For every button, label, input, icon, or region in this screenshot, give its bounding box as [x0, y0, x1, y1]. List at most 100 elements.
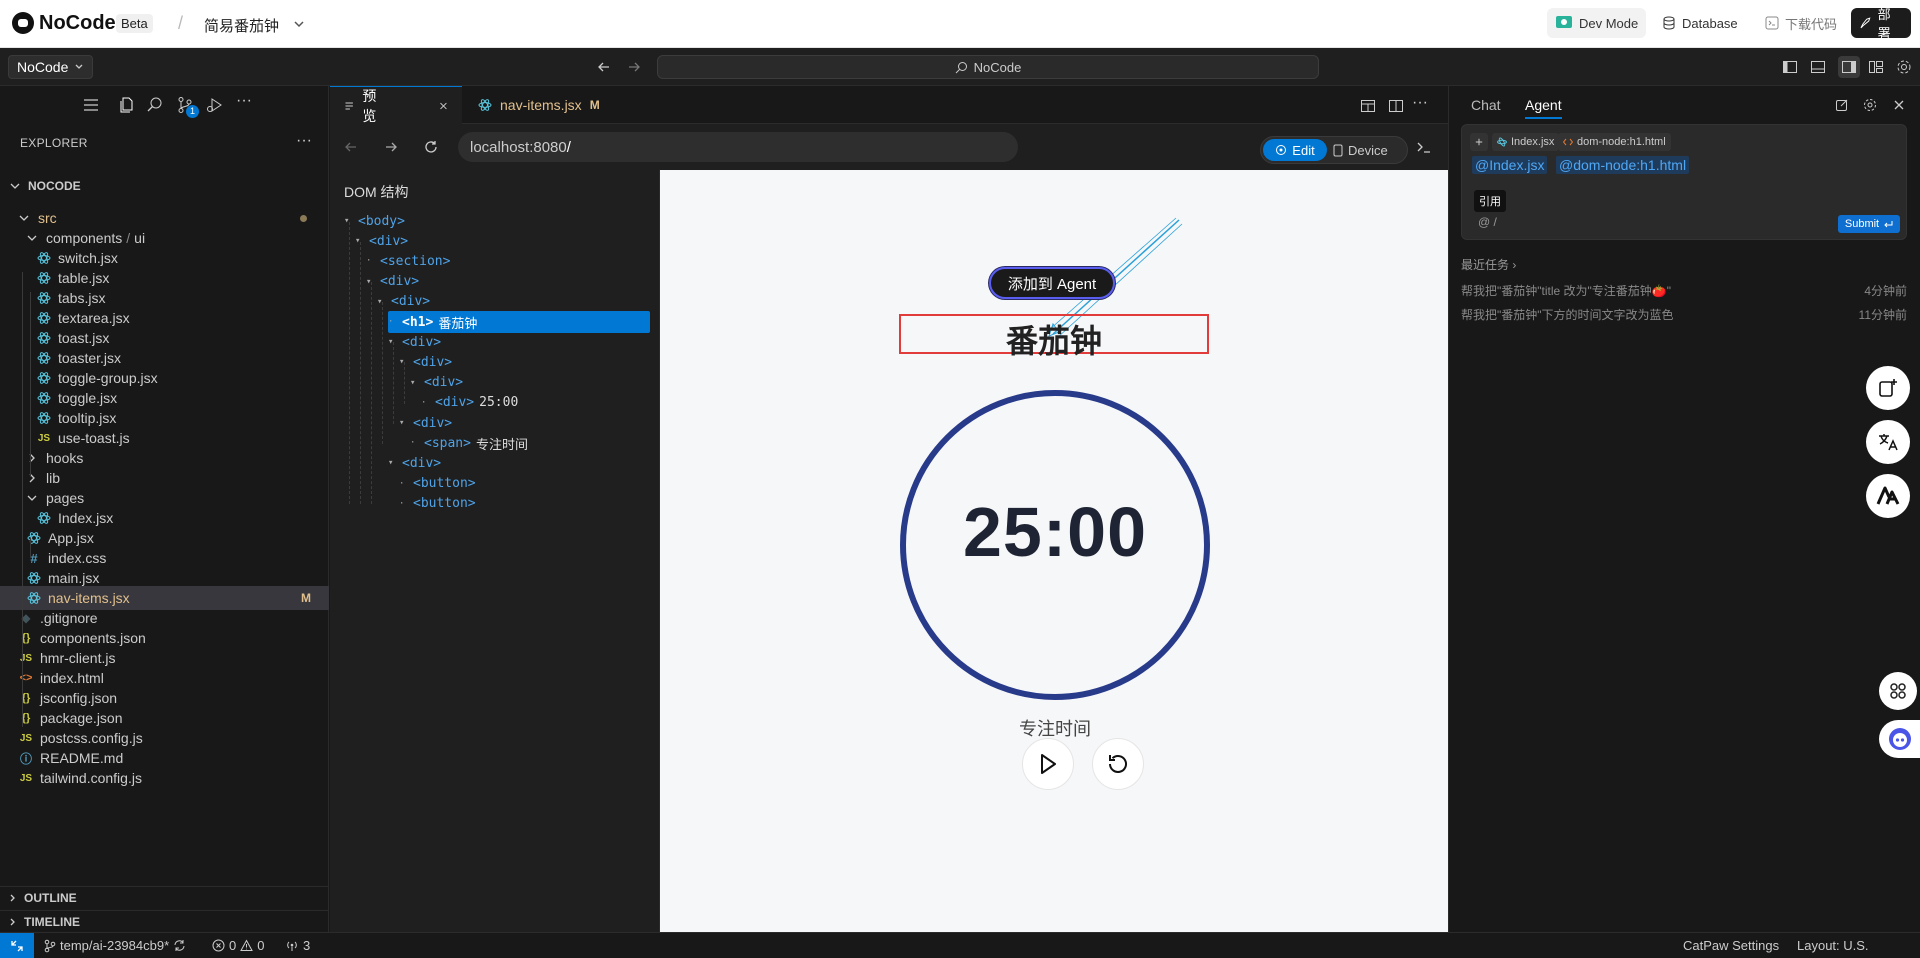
translate-fab[interactable]	[1866, 420, 1910, 464]
gear-icon[interactable]	[1863, 98, 1877, 112]
tab-agent[interactable]: Agent	[1525, 97, 1562, 119]
file-tailwind-config-js[interactable]: JS tailwind.config.js	[0, 766, 329, 790]
close-icon[interactable]	[439, 100, 448, 112]
toggle-panel-icon[interactable]	[1810, 59, 1826, 75]
arrow-right-icon[interactable]	[626, 59, 642, 75]
tree-item-sublabel: ui	[134, 230, 146, 246]
mention-file[interactable]: @Index.jsx	[1472, 156, 1548, 174]
caret-down-icon[interactable]: ▾	[399, 418, 409, 428]
dom-node-row[interactable]: ▾ <div>	[366, 271, 419, 293]
edit-button[interactable]: Edit	[1263, 139, 1327, 161]
start-button[interactable]	[1022, 738, 1074, 790]
ai-assistant-fab[interactable]	[1866, 474, 1910, 518]
problems-status[interactable]: 0 0	[212, 938, 264, 953]
recent-tasks-header[interactable]: 最近任务 ›	[1461, 256, 1516, 273]
page-title[interactable]: 番茄钟	[899, 316, 1209, 362]
dom-node-row[interactable]: · <section>	[366, 250, 450, 272]
layout-icon[interactable]	[1360, 98, 1376, 114]
nocode-logo[interactable]	[12, 12, 34, 34]
dom-node-row[interactable]: ▾ <body>	[344, 210, 405, 232]
add-widget-fab[interactable]	[1866, 366, 1910, 410]
toggle-primary-sidebar-icon[interactable]	[1782, 59, 1798, 75]
device-button[interactable]: Device	[1333, 139, 1388, 161]
tab-chat[interactable]: Chat	[1471, 97, 1501, 113]
terminal-icon[interactable]	[1416, 140, 1432, 154]
gear-icon[interactable]	[1896, 59, 1912, 75]
header-divider: /	[178, 13, 184, 33]
dom-node-row[interactable]: ▾ <div>	[388, 331, 441, 353]
menu-icon[interactable]	[82, 96, 100, 114]
tab-preview[interactable]: 预览	[330, 86, 462, 124]
customize-layout-icon[interactable]	[1868, 59, 1884, 75]
caret-down-icon[interactable]: ▾	[410, 378, 420, 388]
brand-name[interactable]: NoCode	[39, 12, 116, 35]
agent-input-hint[interactable]: @ /	[1478, 215, 1497, 229]
dom-node-row[interactable]: ▾ <div>	[399, 351, 452, 373]
apps-fab[interactable]	[1879, 672, 1917, 710]
search-icon[interactable]	[146, 96, 164, 114]
dom-node-row[interactable]: ▾ <div>	[355, 230, 408, 252]
tree-item-icon	[26, 570, 42, 586]
dom-node-row[interactable]: ▾ <div>	[399, 412, 452, 434]
toggle-secondary-sidebar-icon[interactable]	[1838, 56, 1860, 78]
dom-node-row[interactable]: · <div> 25:00	[421, 392, 518, 414]
outline-section[interactable]: OUTLINE	[0, 886, 329, 908]
caret-down-icon[interactable]: ▾	[388, 458, 398, 468]
dot-icon: ·	[366, 256, 372, 267]
dom-node-row[interactable]: · <h1> 番茄钟	[388, 311, 650, 333]
editor-area: 预览 nav-items.jsx M ··· localhost:8080/ E…	[330, 86, 1448, 932]
files-icon[interactable]	[118, 96, 136, 114]
assistant-bot-fab[interactable]	[1879, 720, 1920, 758]
reset-button[interactable]	[1092, 738, 1144, 790]
database-button[interactable]: Database	[1654, 8, 1746, 38]
dom-node-row[interactable]: · <span> 专注时间	[410, 432, 528, 454]
deploy-button[interactable]: 部署	[1851, 7, 1911, 41]
dom-node-row[interactable]: · <button>	[399, 493, 476, 515]
more-actions-icon[interactable]: ···	[1412, 94, 1428, 112]
more-actions-icon[interactable]: ···	[236, 92, 252, 110]
dom-node-row[interactable]: ▾ <div>	[410, 372, 463, 394]
ports-status[interactable]: 3	[285, 938, 310, 953]
dom-node-row[interactable]: ▾ <div>	[388, 452, 441, 474]
download-code-label: 下载代码	[1785, 16, 1838, 32]
recent-task-item[interactable]: 帮我把"番茄钟"title 改为"专注番茄钟🍅" 4分钟前	[1461, 282, 1907, 302]
split-editor-icon[interactable]	[1388, 98, 1404, 114]
dom-node-row[interactable]: ▾ <div>	[377, 291, 430, 313]
tree-item-icon: JS	[18, 650, 34, 666]
catpaw-settings[interactable]: CatPaw Settings	[1683, 938, 1779, 953]
context-chip-node[interactable]: dom-node:h1.html	[1558, 133, 1671, 151]
run-debug-icon[interactable]	[206, 96, 224, 114]
submit-button[interactable]: Submit	[1838, 215, 1900, 233]
dom-node-row[interactable]: · <button>	[399, 473, 476, 495]
add-to-agent-button[interactable]: 添加到 Agent	[989, 267, 1115, 299]
arrow-left-icon[interactable]	[596, 59, 612, 75]
arrow-left-icon[interactable]	[344, 140, 358, 154]
project-name[interactable]: 简易番茄钟	[204, 15, 279, 36]
tab-nav-items[interactable]: nav-items.jsx M	[464, 86, 614, 124]
remote-indicator[interactable]	[0, 933, 34, 958]
git-branch-status[interactable]: temp/ai-23984cb9*	[44, 938, 186, 953]
command-center-search[interactable]: NoCode	[657, 55, 1319, 79]
explorer-more-icon[interactable]: ···	[296, 132, 312, 150]
dom-node-text: 专注时间	[475, 437, 528, 453]
dev-mode-button[interactable]: Dev Mode	[1547, 8, 1647, 38]
keyboard-layout[interactable]: Layout: U.S.	[1797, 938, 1869, 953]
react-file-icon	[37, 292, 51, 304]
download-code-button[interactable]: 下载代码	[1757, 8, 1845, 38]
mention-node[interactable]: @dom-node:h1.html	[1556, 156, 1690, 174]
workspace-dropdown[interactable]: NoCode	[8, 55, 94, 79]
arrow-right-icon[interactable]	[384, 140, 398, 154]
reload-icon[interactable]	[424, 140, 438, 154]
preview-url-input[interactable]: localhost:8080/	[458, 132, 1018, 162]
timeline-section[interactable]: TIMELINE	[0, 910, 329, 932]
chevron-down-icon[interactable]	[293, 18, 305, 30]
add-context-button[interactable]	[1470, 133, 1488, 151]
dom-node-tag: <div>	[413, 415, 453, 431]
workspace-root[interactable]: NOCODE	[0, 174, 329, 198]
context-chip-file[interactable]: Index.jsx	[1492, 133, 1560, 151]
beta-badge: Beta	[116, 14, 153, 33]
recent-task-item[interactable]: 帮我把"番茄钟"下方的时间文字改为蓝色 11分钟前	[1461, 306, 1907, 326]
broadcast-icon	[287, 941, 297, 951]
close-icon[interactable]	[1893, 99, 1905, 111]
new-chat-icon[interactable]	[1835, 98, 1849, 112]
